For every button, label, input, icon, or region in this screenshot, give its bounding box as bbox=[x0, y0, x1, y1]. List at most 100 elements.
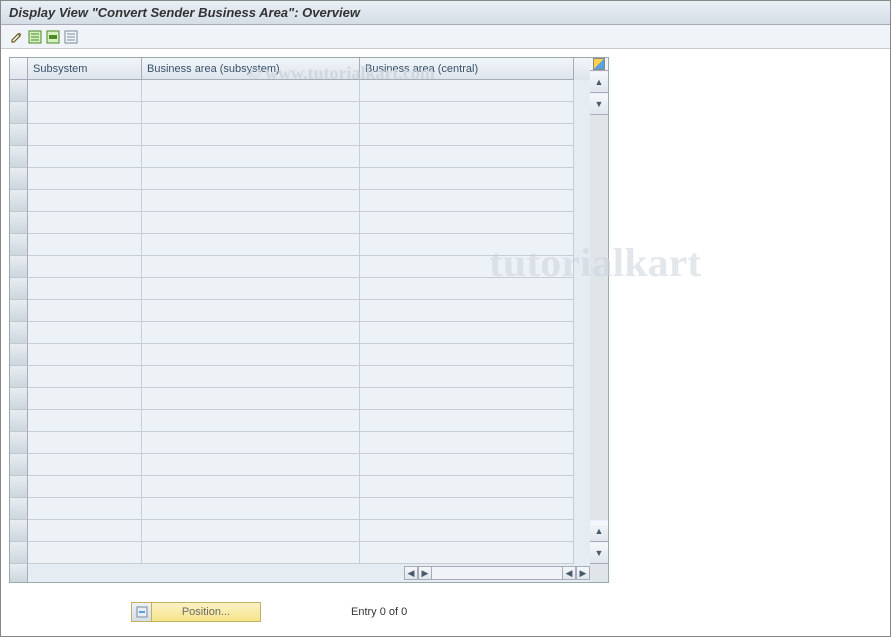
table-cell[interactable] bbox=[142, 498, 360, 520]
row-selector[interactable] bbox=[10, 124, 28, 146]
table-cell[interactable] bbox=[360, 146, 574, 168]
table-cell[interactable] bbox=[360, 212, 574, 234]
table-cell[interactable] bbox=[28, 80, 142, 102]
deselect-all-icon[interactable] bbox=[63, 29, 79, 45]
table-cell[interactable] bbox=[28, 498, 142, 520]
column-header-ba-central[interactable]: Business area (central) bbox=[360, 58, 574, 80]
table-settings-icon[interactable] bbox=[590, 58, 608, 71]
table-cell[interactable] bbox=[360, 168, 574, 190]
table-cell[interactable] bbox=[28, 542, 142, 564]
row-selector[interactable] bbox=[10, 212, 28, 234]
table-cell[interactable] bbox=[142, 300, 360, 322]
table-cell[interactable] bbox=[142, 410, 360, 432]
hscroll-right2-icon[interactable]: ▶ bbox=[576, 566, 590, 580]
select-block-icon[interactable] bbox=[45, 29, 61, 45]
scroll-down2-icon[interactable]: ▼ bbox=[590, 542, 608, 564]
table-cell[interactable] bbox=[142, 542, 360, 564]
row-selector[interactable] bbox=[10, 366, 28, 388]
table-cell[interactable] bbox=[28, 234, 142, 256]
table-cell[interactable] bbox=[28, 432, 142, 454]
table-cell[interactable] bbox=[28, 278, 142, 300]
table-cell[interactable] bbox=[28, 366, 142, 388]
row-selector[interactable] bbox=[10, 454, 28, 476]
table-cell[interactable] bbox=[28, 410, 142, 432]
table-cell[interactable] bbox=[360, 454, 574, 476]
row-selector[interactable] bbox=[10, 542, 28, 564]
table-cell[interactable] bbox=[360, 300, 574, 322]
table-cell[interactable] bbox=[142, 102, 360, 124]
table-cell[interactable] bbox=[360, 498, 574, 520]
row-selector[interactable] bbox=[10, 322, 28, 344]
table-cell[interactable] bbox=[360, 190, 574, 212]
table-cell[interactable] bbox=[142, 80, 360, 102]
scroll-down-icon[interactable]: ▼ bbox=[590, 93, 608, 115]
table-cell[interactable] bbox=[142, 366, 360, 388]
table-cell[interactable] bbox=[360, 432, 574, 454]
table-cell[interactable] bbox=[142, 146, 360, 168]
hscroll-track[interactable] bbox=[432, 566, 562, 580]
table-cell[interactable] bbox=[360, 80, 574, 102]
row-selector[interactable] bbox=[10, 190, 28, 212]
table-cell[interactable] bbox=[28, 388, 142, 410]
table-cell[interactable] bbox=[142, 212, 360, 234]
row-selector[interactable] bbox=[10, 388, 28, 410]
select-all-rows[interactable] bbox=[10, 58, 28, 80]
table-cell[interactable] bbox=[142, 432, 360, 454]
hscroll-left-icon[interactable]: ◀ bbox=[404, 566, 418, 580]
table-cell[interactable] bbox=[28, 454, 142, 476]
table-cell[interactable] bbox=[360, 520, 574, 542]
table-cell[interactable] bbox=[360, 366, 574, 388]
row-selector[interactable] bbox=[10, 256, 28, 278]
table-cell[interactable] bbox=[28, 520, 142, 542]
row-selector[interactable] bbox=[10, 410, 28, 432]
row-selector[interactable] bbox=[10, 476, 28, 498]
table-cell[interactable] bbox=[142, 256, 360, 278]
table-cell[interactable] bbox=[360, 388, 574, 410]
table-cell[interactable] bbox=[28, 256, 142, 278]
table-cell[interactable] bbox=[360, 322, 574, 344]
row-selector[interactable] bbox=[10, 168, 28, 190]
table-cell[interactable] bbox=[360, 234, 574, 256]
row-selector[interactable] bbox=[10, 432, 28, 454]
table-cell[interactable] bbox=[142, 388, 360, 410]
row-selector[interactable] bbox=[10, 498, 28, 520]
table-cell[interactable] bbox=[142, 344, 360, 366]
table-cell[interactable] bbox=[142, 454, 360, 476]
row-selector[interactable] bbox=[10, 146, 28, 168]
table-cell[interactable] bbox=[360, 410, 574, 432]
table-cell[interactable] bbox=[28, 124, 142, 146]
table-cell[interactable] bbox=[28, 344, 142, 366]
table-cell[interactable] bbox=[360, 542, 574, 564]
table-cell[interactable] bbox=[360, 256, 574, 278]
table-cell[interactable] bbox=[142, 234, 360, 256]
row-selector[interactable] bbox=[10, 344, 28, 366]
row-selector[interactable] bbox=[10, 80, 28, 102]
column-header-subsystem[interactable]: Subsystem bbox=[28, 58, 142, 80]
table-cell[interactable] bbox=[360, 124, 574, 146]
hscroll-right-icon[interactable]: ▶ bbox=[418, 566, 432, 580]
table-cell[interactable] bbox=[142, 168, 360, 190]
table-cell[interactable] bbox=[28, 102, 142, 124]
table-cell[interactable] bbox=[360, 344, 574, 366]
table-cell[interactable] bbox=[360, 278, 574, 300]
select-all-icon[interactable] bbox=[27, 29, 43, 45]
hscroll-left2-icon[interactable]: ◀ bbox=[562, 566, 576, 580]
table-cell[interactable] bbox=[360, 476, 574, 498]
vscroll-track[interactable] bbox=[590, 115, 608, 520]
table-cell[interactable] bbox=[142, 190, 360, 212]
row-selector[interactable] bbox=[10, 102, 28, 124]
row-selector[interactable] bbox=[10, 300, 28, 322]
row-selector[interactable] bbox=[10, 520, 28, 542]
table-cell[interactable] bbox=[142, 278, 360, 300]
table-cell[interactable] bbox=[142, 322, 360, 344]
table-cell[interactable] bbox=[142, 124, 360, 146]
table-cell[interactable] bbox=[142, 476, 360, 498]
table-cell[interactable] bbox=[360, 102, 574, 124]
table-cell[interactable] bbox=[28, 476, 142, 498]
column-header-ba-subsystem[interactable]: Business area (subsystem) bbox=[142, 58, 360, 80]
table-cell[interactable] bbox=[28, 212, 142, 234]
table-cell[interactable] bbox=[28, 168, 142, 190]
table-cell[interactable] bbox=[28, 190, 142, 212]
position-button[interactable]: Position... bbox=[131, 602, 261, 622]
scroll-up-icon[interactable]: ▲ bbox=[590, 71, 608, 93]
